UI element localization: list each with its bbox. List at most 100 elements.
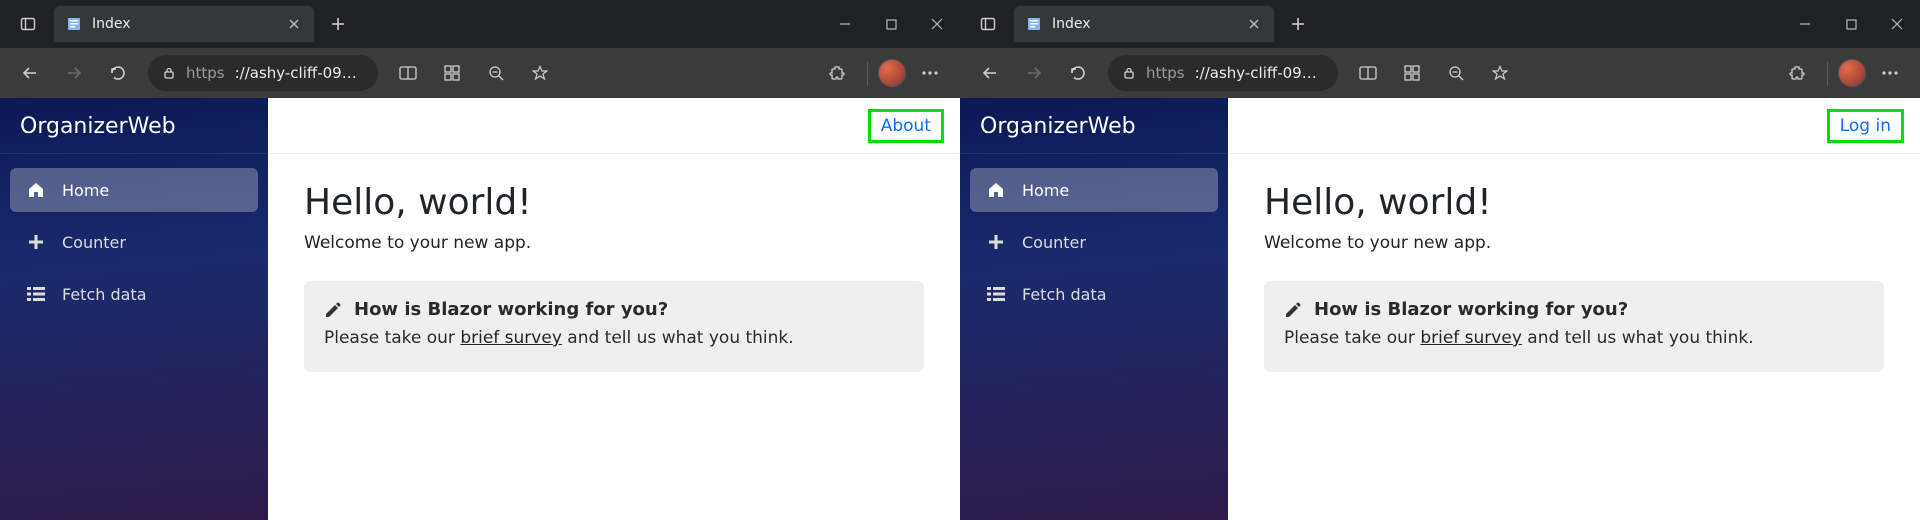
app-brand: OrganizerWeb bbox=[960, 98, 1228, 154]
tab[interactable]: Index bbox=[1014, 6, 1274, 42]
survey-card: How is Blazor working for you? Please ta… bbox=[304, 281, 924, 372]
tab-title: Index bbox=[92, 16, 274, 32]
app-brand: OrganizerWeb bbox=[0, 98, 268, 154]
maximize-button[interactable] bbox=[1828, 0, 1874, 48]
favorite-icon[interactable] bbox=[520, 53, 560, 93]
browser-toolbar: https ://ashy-cliff-098... bbox=[960, 48, 1920, 98]
nav-item-fetch-data[interactable]: Fetch data bbox=[10, 272, 258, 316]
nav-item-counter[interactable]: Counter bbox=[970, 220, 1218, 264]
url-text: ://ashy-cliff-098... bbox=[1195, 64, 1324, 82]
survey-link[interactable]: brief survey bbox=[460, 328, 562, 348]
plus-icon bbox=[986, 232, 1006, 252]
browser-toolbar: https ://ashy-cliff-098... bbox=[0, 48, 960, 98]
favorite-icon[interactable] bbox=[1480, 53, 1520, 93]
profile-avatar[interactable] bbox=[878, 59, 906, 87]
refresh-button[interactable] bbox=[98, 53, 138, 93]
list-icon bbox=[986, 284, 1006, 304]
nav: Home Counter Fetch data bbox=[960, 154, 1228, 330]
profile-avatar[interactable] bbox=[1838, 59, 1866, 87]
screen-split-icon[interactable] bbox=[388, 53, 428, 93]
page-viewport: OrganizerWeb Home Counter Fetch data bbox=[960, 98, 1920, 520]
grid-icon[interactable] bbox=[432, 53, 472, 93]
nav-item-home[interactable]: Home bbox=[970, 168, 1218, 212]
new-tab-button[interactable] bbox=[1282, 8, 1314, 40]
top-link-highlight: Log in bbox=[1827, 109, 1904, 143]
window-controls bbox=[822, 0, 960, 48]
hero-subtitle: Welcome to your new app. bbox=[1264, 233, 1884, 253]
card-text-post: and tell us what you think. bbox=[1522, 328, 1754, 348]
nav-item-home[interactable]: Home bbox=[10, 168, 258, 212]
screen-split-icon[interactable] bbox=[1348, 53, 1388, 93]
card-title: How is Blazor working for you? bbox=[354, 299, 668, 320]
home-icon bbox=[986, 180, 1006, 200]
nav-label: Fetch data bbox=[1022, 285, 1107, 304]
lock-icon bbox=[162, 66, 176, 80]
back-button[interactable] bbox=[10, 53, 50, 93]
nav-label: Home bbox=[62, 181, 109, 200]
zoom-out-icon[interactable] bbox=[476, 53, 516, 93]
extensions-icon[interactable] bbox=[1777, 53, 1817, 93]
survey-link[interactable]: brief survey bbox=[1420, 328, 1522, 348]
card-title: How is Blazor working for you? bbox=[1314, 299, 1628, 320]
toolbar-separator bbox=[1827, 61, 1828, 85]
card-text-post: and tell us what you think. bbox=[562, 328, 794, 348]
extensions-icon[interactable] bbox=[817, 53, 857, 93]
more-menu-icon[interactable] bbox=[910, 53, 950, 93]
grid-icon[interactable] bbox=[1392, 53, 1432, 93]
lock-icon bbox=[1122, 66, 1136, 80]
card-body: Please take our brief survey and tell us… bbox=[324, 326, 904, 352]
tab-favicon-icon bbox=[1026, 16, 1042, 32]
main: Hello, world! Welcome to your new app. H… bbox=[268, 154, 960, 400]
close-button[interactable] bbox=[1874, 0, 1920, 48]
survey-card: How is Blazor working for you? Please ta… bbox=[1264, 281, 1884, 372]
hero-subtitle: Welcome to your new app. bbox=[304, 233, 924, 253]
card-heading: How is Blazor working for you? bbox=[324, 299, 904, 320]
nav-label: Counter bbox=[62, 233, 126, 252]
zoom-out-icon[interactable] bbox=[1436, 53, 1476, 93]
card-text-pre: Please take our bbox=[1284, 328, 1420, 348]
close-button[interactable] bbox=[914, 0, 960, 48]
top-link-highlight: About bbox=[868, 109, 944, 143]
browser-window-right: Index https ://ashy-cliff-098... bbox=[960, 0, 1920, 520]
hero-title: Hello, world! bbox=[1264, 182, 1884, 223]
tab[interactable]: Index bbox=[54, 6, 314, 42]
pencil-icon bbox=[324, 301, 342, 319]
titlebar: Index bbox=[0, 0, 960, 48]
minimize-button[interactable] bbox=[822, 0, 868, 48]
nav-label: Counter bbox=[1022, 233, 1086, 252]
url-text: ://ashy-cliff-098... bbox=[235, 64, 364, 82]
content-area: Log in Hello, world! Welcome to your new… bbox=[1228, 98, 1920, 520]
tab-actions-icon[interactable] bbox=[970, 6, 1006, 42]
tab-actions-icon[interactable] bbox=[10, 6, 46, 42]
tab-favicon-icon bbox=[66, 16, 82, 32]
address-bar[interactable]: https ://ashy-cliff-098... bbox=[1108, 55, 1338, 91]
back-button[interactable] bbox=[970, 53, 1010, 93]
browser-window-left: Index https ://ashy-cliff-098... bbox=[0, 0, 960, 520]
maximize-button[interactable] bbox=[868, 0, 914, 48]
new-tab-button[interactable] bbox=[322, 8, 354, 40]
home-icon bbox=[26, 180, 46, 200]
refresh-button[interactable] bbox=[1058, 53, 1098, 93]
main: Hello, world! Welcome to your new app. H… bbox=[1228, 154, 1920, 400]
titlebar: Index bbox=[960, 0, 1920, 48]
tab-close-icon[interactable] bbox=[284, 14, 304, 34]
nav-item-fetch-data[interactable]: Fetch data bbox=[970, 272, 1218, 316]
window-controls bbox=[1782, 0, 1920, 48]
forward-button[interactable] bbox=[1014, 53, 1054, 93]
sidebar: OrganizerWeb Home Counter Fetch data bbox=[0, 98, 268, 520]
pencil-icon bbox=[1284, 301, 1302, 319]
nav-label: Fetch data bbox=[62, 285, 147, 304]
minimize-button[interactable] bbox=[1782, 0, 1828, 48]
url-protocol: https bbox=[186, 64, 225, 82]
address-bar[interactable]: https ://ashy-cliff-098... bbox=[148, 55, 378, 91]
page-viewport: OrganizerWeb Home Counter Fetch data bbox=[0, 98, 960, 520]
toolbar-separator bbox=[867, 61, 868, 85]
forward-button[interactable] bbox=[54, 53, 94, 93]
card-body: Please take our brief survey and tell us… bbox=[1284, 326, 1864, 352]
tab-close-icon[interactable] bbox=[1244, 14, 1264, 34]
content-topbar: About bbox=[268, 98, 960, 154]
nav-item-counter[interactable]: Counter bbox=[10, 220, 258, 264]
login-link[interactable]: Log in bbox=[1840, 116, 1891, 136]
about-link[interactable]: About bbox=[881, 116, 931, 136]
more-menu-icon[interactable] bbox=[1870, 53, 1910, 93]
